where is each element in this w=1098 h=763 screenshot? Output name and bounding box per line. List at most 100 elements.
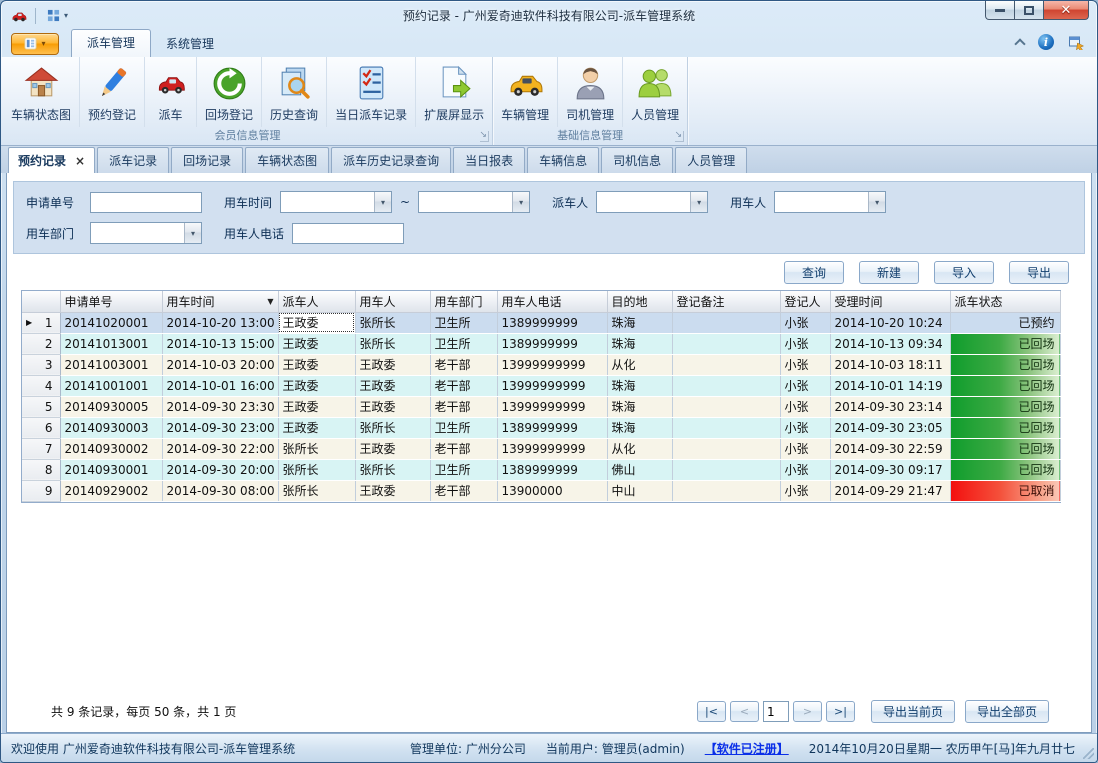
ribbon-button-history-query[interactable]: 历史查询 [262, 57, 327, 127]
cell-use-time[interactable]: 2014-10-20 13:00 [162, 312, 278, 333]
cell-department[interactable]: 卫生所 [430, 459, 497, 480]
cell-phone[interactable]: 13900000 [497, 480, 607, 501]
col-accept-time[interactable]: 受理时间 [830, 291, 950, 312]
cell-accept-time[interactable]: 2014-09-29 21:47 [830, 480, 950, 501]
cell-dispatcher[interactable]: 张所长 [278, 459, 355, 480]
cell-use-time[interactable]: 2014-10-03 20:00 [162, 354, 278, 375]
cell-status[interactable]: 已回场 [950, 459, 1060, 480]
col-status[interactable]: 派车状态 [950, 291, 1060, 312]
cell-user[interactable]: 王政委 [355, 375, 430, 396]
cell-remark[interactable] [672, 312, 780, 333]
cell-department[interactable]: 卫生所 [430, 333, 497, 354]
table-row[interactable]: 6 20140930003 2014-09-30 23:00 王政委 张所长 卫… [22, 417, 1060, 438]
cell-accept-time[interactable]: 2014-09-30 09:17 [830, 459, 950, 480]
ribbon-tab-dispatch-management[interactable]: 派车管理 [71, 29, 151, 57]
ribbon-button-return-registration[interactable]: 回场登记 [197, 57, 262, 127]
cell-user[interactable]: 王政委 [355, 354, 430, 375]
cell-department[interactable]: 老干部 [430, 375, 497, 396]
software-registered-link[interactable]: 【软件已注册】 [705, 740, 789, 757]
cell-remark[interactable] [672, 396, 780, 417]
cell-phone[interactable]: 13999999999 [497, 354, 607, 375]
close-tab-icon[interactable]: × [75, 156, 85, 166]
resize-grip[interactable] [1083, 748, 1094, 759]
cell-dispatcher[interactable]: 王政委 [278, 354, 355, 375]
phone-input[interactable] [292, 223, 404, 244]
next-page-button[interactable]: > [793, 701, 822, 722]
cell-registrar[interactable]: 小张 [780, 375, 830, 396]
export-button[interactable]: 导出 [1009, 261, 1069, 284]
cell-dispatcher[interactable]: 王政委 [278, 333, 355, 354]
row-header-cell[interactable]: 8 [22, 459, 60, 480]
cell-order-no[interactable]: 20141013001 [60, 333, 162, 354]
col-registrar[interactable]: 登记人 [780, 291, 830, 312]
ribbon-button-reservation-registration[interactable]: 预约登记 [80, 57, 145, 127]
cell-remark[interactable] [672, 417, 780, 438]
col-phone[interactable]: 用车人电话 [497, 291, 607, 312]
export-all-pages-button[interactable]: 导出全部页 [965, 700, 1049, 723]
cell-accept-time[interactable]: 2014-09-30 23:05 [830, 417, 950, 438]
cell-department[interactable]: 老干部 [430, 354, 497, 375]
style-switcher-icon[interactable] [1068, 34, 1085, 50]
doc-tab-daily-report[interactable]: 当日报表 [453, 147, 525, 173]
cell-status[interactable]: 已回场 [950, 438, 1060, 459]
cell-registrar[interactable]: 小张 [780, 396, 830, 417]
row-header-cell[interactable]: 7 [22, 438, 60, 459]
cell-destination[interactable]: 佛山 [607, 459, 672, 480]
cell-destination[interactable]: 中山 [607, 480, 672, 501]
user-combo[interactable]: ▾ [774, 191, 886, 213]
prev-page-button[interactable]: < [730, 701, 759, 722]
cell-phone[interactable]: 13999999999 [497, 438, 607, 459]
cell-destination[interactable]: 珠海 [607, 333, 672, 354]
ribbon-button-personnel-management[interactable]: 人员管理 [623, 57, 687, 127]
cell-user[interactable]: 张所长 [355, 333, 430, 354]
table-row[interactable]: 9 20140929002 2014-09-30 08:00 张所长 王政委 老… [22, 480, 1060, 501]
dropdown-arrow-icon[interactable]: ▾ [690, 192, 707, 212]
ribbon-tab-system-management[interactable]: 系统管理 [151, 31, 229, 57]
use-time-to-combo[interactable]: ▾ [418, 191, 530, 213]
export-current-page-button[interactable]: 导出当前页 [871, 700, 955, 723]
cell-registrar[interactable]: 小张 [780, 333, 830, 354]
row-header-cell[interactable]: 9 [22, 480, 60, 501]
cell-accept-time[interactable]: 2014-09-30 23:14 [830, 396, 950, 417]
cell-department[interactable]: 老干部 [430, 438, 497, 459]
cell-dispatcher[interactable]: 王政委 [278, 396, 355, 417]
row-header-cell[interactable]: 5 [22, 396, 60, 417]
page-number-input[interactable] [763, 701, 789, 722]
cell-use-time[interactable]: 2014-10-01 16:00 [162, 375, 278, 396]
cell-phone[interactable]: 1389999999 [497, 417, 607, 438]
cell-accept-time[interactable]: 2014-10-13 09:34 [830, 333, 950, 354]
ribbon-button-vehicle-management[interactable]: 车辆管理 [493, 57, 558, 127]
col-department[interactable]: 用车部门 [430, 291, 497, 312]
col-user[interactable]: 用车人 [355, 291, 430, 312]
cell-accept-time[interactable]: 2014-10-01 14:19 [830, 375, 950, 396]
department-combo[interactable]: ▾ [90, 222, 202, 244]
cell-order-no[interactable]: 20141001001 [60, 375, 162, 396]
cell-order-no[interactable]: 20140930002 [60, 438, 162, 459]
cell-use-time[interactable]: 2014-09-30 20:00 [162, 459, 278, 480]
cell-use-time[interactable]: 2014-09-30 22:00 [162, 438, 278, 459]
last-page-button[interactable]: >| [826, 701, 855, 722]
dropdown-arrow-icon[interactable]: ▾ [374, 192, 391, 212]
cell-user[interactable]: 王政委 [355, 438, 430, 459]
row-header-cell[interactable]: ▶1 [22, 312, 60, 333]
cell-registrar[interactable]: 小张 [780, 354, 830, 375]
doc-tab-vehicle-status-map[interactable]: 车辆状态图 [245, 147, 329, 173]
new-button[interactable]: 新建 [859, 261, 919, 284]
row-header-cell[interactable]: 4 [22, 375, 60, 396]
col-use-time[interactable]: 用车时间▼ [162, 291, 278, 312]
col-remark[interactable]: 登记备注 [672, 291, 780, 312]
cell-dispatcher[interactable]: 张所长 [278, 480, 355, 501]
doc-tab-vehicle-info[interactable]: 车辆信息 [527, 147, 599, 173]
cell-order-no[interactable]: 20140930001 [60, 459, 162, 480]
cell-accept-time[interactable]: 2014-10-03 18:11 [830, 354, 950, 375]
ribbon-button-driver-management[interactable]: 司机管理 [558, 57, 623, 127]
dropdown-arrow-icon[interactable]: ▾ [184, 223, 201, 243]
cell-order-no[interactable]: 20141003001 [60, 354, 162, 375]
maximize-button[interactable] [1015, 1, 1043, 20]
import-button[interactable]: 导入 [934, 261, 994, 284]
cell-status[interactable]: 已回场 [950, 417, 1060, 438]
app-menu-button[interactable]: ▾ [11, 33, 59, 55]
dialog-launcher-icon[interactable]: ↘ [675, 131, 685, 142]
doc-tab-driver-info[interactable]: 司机信息 [601, 147, 673, 173]
cell-remark[interactable] [672, 480, 780, 501]
